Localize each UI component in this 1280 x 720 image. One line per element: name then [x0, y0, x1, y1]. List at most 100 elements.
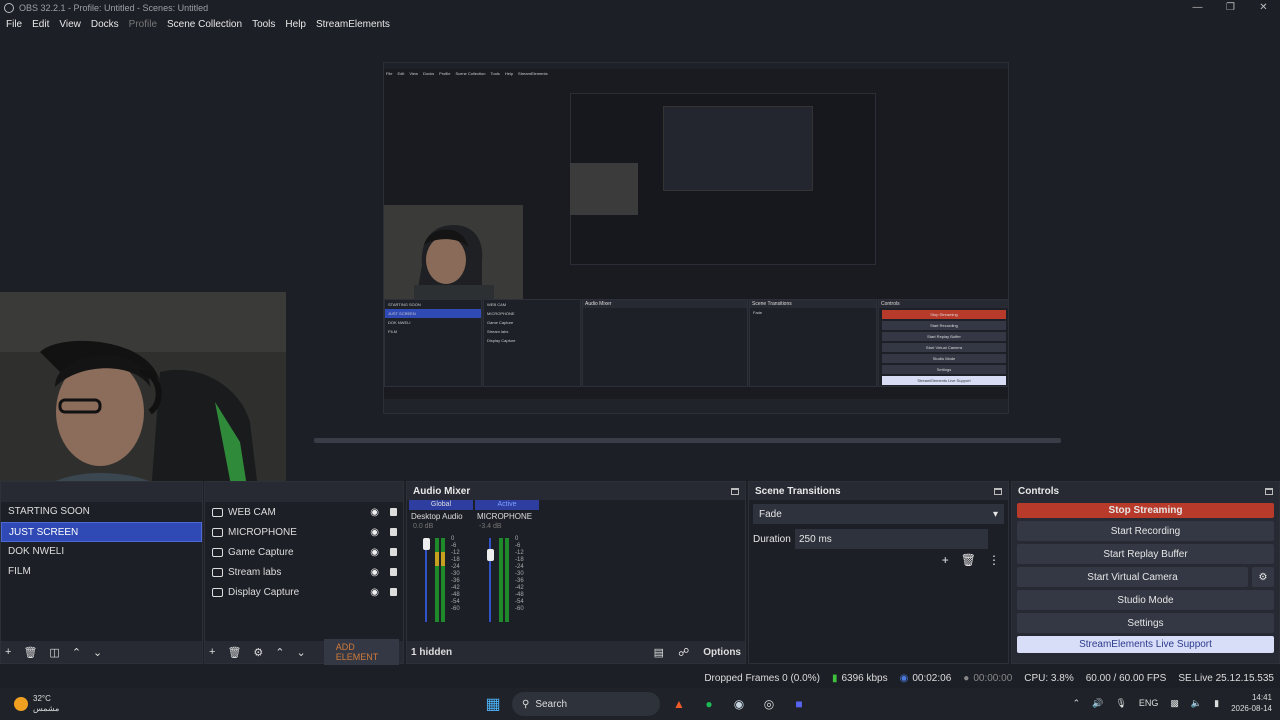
start-replay-buffer-button[interactable]: Start Replay Buffer — [1017, 544, 1274, 564]
scene-filters-icon[interactable]: ◫ — [49, 646, 59, 659]
volume-icon[interactable]: 🔊 — [1092, 698, 1103, 709]
menu-docks[interactable]: Docks — [91, 19, 119, 30]
language-indicator[interactable]: ENG — [1139, 698, 1159, 708]
scale-tick: -30 — [515, 571, 524, 577]
taskbar-search[interactable]: ⚲ Search — [512, 692, 660, 716]
add-source-icon[interactable]: + — [209, 646, 215, 658]
undock-icon[interactable] — [994, 487, 1002, 495]
source-item[interactable]: Game Capture ◉ — [205, 542, 403, 562]
menu-streamelements[interactable]: StreamElements — [316, 19, 390, 30]
remove-source-icon[interactable]: 🗑 — [227, 646, 241, 659]
fader-knob[interactable] — [487, 549, 494, 561]
mixer-layout-icon[interactable]: ▤ — [654, 646, 664, 659]
mixer-tab-global[interactable]: Global — [409, 500, 473, 510]
stop-streaming-button[interactable]: Stop Streaming — [1017, 503, 1274, 518]
volume-fader[interactable] — [425, 538, 427, 622]
scene-item[interactable]: DOK NWELI — [1, 542, 202, 562]
mixer-options-button[interactable]: Options — [703, 647, 741, 658]
chevron-up-icon[interactable]: ⌃ — [1073, 698, 1081, 709]
mixer-link-icon[interactable]: ☍ — [678, 646, 689, 659]
record-icon: ● — [963, 672, 970, 684]
menu-scene-collection[interactable]: Scene Collection — [167, 19, 242, 30]
nested-scene-item: JUST SCREEN — [385, 309, 481, 318]
visibility-eye-icon[interactable]: ◉ — [370, 507, 379, 518]
scale-tick: -30 — [451, 571, 460, 577]
microphone-icon[interactable]: 🎙 — [1115, 698, 1126, 709]
start-recording-button[interactable]: Start Recording — [1017, 521, 1274, 541]
menu-profile[interactable]: Profile — [129, 19, 157, 30]
channel-name[interactable]: Desktop Audio — [409, 510, 473, 523]
lock-icon[interactable] — [390, 528, 397, 536]
transition-select[interactable]: Fade ▾ — [753, 504, 1004, 524]
speaker-icon[interactable]: 🔈 — [1191, 698, 1202, 709]
scene-item[interactable]: STARTING SOON — [1, 502, 202, 522]
menu-help[interactable]: Help — [285, 19, 306, 30]
visibility-eye-icon[interactable]: ◉ — [370, 547, 379, 558]
close-icon[interactable]: ✕ — [1247, 0, 1280, 15]
fader-knob[interactable] — [423, 538, 430, 550]
nested-menu-item: View — [409, 71, 418, 76]
discord-icon[interactable]: ■ — [788, 693, 810, 715]
duration-label: Duration — [753, 533, 791, 545]
source-item[interactable]: MICROPHONE ◉ — [205, 522, 403, 542]
maximize-icon[interactable]: ❐ — [1214, 0, 1247, 15]
move-down-icon[interactable]: ⌄ — [93, 646, 102, 659]
move-down-icon[interactable]: ⌄ — [297, 646, 306, 659]
studio-mode-button[interactable]: Studio Mode — [1017, 590, 1274, 610]
mixer-tab-active[interactable]: Active — [475, 500, 539, 510]
mixer-actions: ▤ ☍ Options — [654, 646, 741, 659]
channel-name[interactable]: MICROPHONE — [475, 510, 539, 523]
add-scene-icon[interactable]: + — [5, 646, 11, 658]
brave-browser-icon[interactable]: ▲ — [668, 693, 690, 715]
menu-file[interactable]: File — [6, 19, 22, 30]
menu-edit[interactable]: Edit — [32, 19, 49, 30]
hidden-count[interactable]: 1 hidden — [411, 647, 452, 658]
preview-scrollbar[interactable] — [314, 438, 1061, 443]
nested-control-button: Start Recording — [882, 321, 1006, 330]
source-item[interactable]: Display Capture ◉ — [205, 582, 403, 602]
lock-icon[interactable] — [390, 588, 397, 596]
lock-icon[interactable] — [390, 548, 397, 556]
spotify-icon[interactable]: ● — [698, 693, 720, 715]
visibility-eye-icon[interactable]: ◉ — [370, 587, 379, 598]
lock-icon[interactable] — [390, 508, 397, 516]
duration-input[interactable]: 250 ms — [795, 529, 988, 549]
dock-area: STARTING SOON JUST SCREEN DOK NWELI FILM… — [0, 481, 1280, 666]
nested-source-item: Game Capture — [487, 320, 514, 325]
start-virtual-camera-button[interactable]: Start Virtual Camera — [1017, 567, 1248, 587]
visibility-eye-icon[interactable]: ◉ — [370, 527, 379, 538]
add-element-button[interactable]: ADD ELEMENT — [323, 639, 399, 665]
weather-widget[interactable]: 32°C مشمس — [33, 694, 59, 714]
source-item[interactable]: WEB CAM ◉ — [205, 502, 403, 522]
transition-menu-icon[interactable]: ⋮ — [988, 553, 1000, 567]
steam-icon[interactable]: ◉ — [728, 693, 750, 715]
scene-item[interactable]: FILM — [1, 562, 202, 582]
system-clock[interactable]: 14:41 2026-08-14 — [1231, 692, 1272, 714]
weather-sun-icon[interactable] — [14, 697, 28, 711]
minimize-icon[interactable]: — — [1181, 0, 1214, 15]
db-scale: 0 -6 -12 -18 -24 -30 -36 -42 -48 -54 -60 — [515, 536, 524, 613]
network-icon[interactable]: ▩ — [1170, 698, 1179, 709]
add-transition-icon[interactable]: + — [942, 553, 949, 567]
battery-icon[interactable]: ▮ — [1214, 698, 1219, 709]
undock-icon[interactable] — [731, 487, 739, 495]
windows-start-icon[interactable]: ▦ — [482, 693, 504, 715]
obs-taskbar-icon[interactable]: ◎ — [758, 693, 780, 715]
menu-tools[interactable]: Tools — [252, 19, 275, 30]
move-up-icon[interactable]: ⌃ — [275, 646, 284, 659]
move-up-icon[interactable]: ⌃ — [72, 646, 81, 659]
nested-scenes-panel: STARTING SOON JUST SCREEN DOK NWELI FILM — [384, 299, 482, 387]
gear-icon[interactable]: ⚙ — [1252, 567, 1274, 587]
remove-scene-icon[interactable]: 🗑 — [23, 646, 37, 659]
scene-item[interactable]: JUST SCREEN — [1, 522, 202, 542]
source-item[interactable]: Stream labs ◉ — [205, 562, 403, 582]
preview-canvas[interactable]: File Edit View Docks Profile Scene Colle… — [383, 62, 1009, 414]
streamelements-support-button[interactable]: StreamElements Live Support — [1017, 636, 1274, 653]
visibility-eye-icon[interactable]: ◉ — [370, 567, 379, 578]
source-properties-icon[interactable]: ⚙ — [253, 646, 263, 659]
remove-transition-icon[interactable]: 🗑 — [961, 553, 976, 567]
undock-icon[interactable] — [1265, 487, 1273, 495]
settings-button[interactable]: Settings — [1017, 613, 1274, 633]
menu-view[interactable]: View — [59, 19, 81, 30]
lock-icon[interactable] — [390, 568, 397, 576]
